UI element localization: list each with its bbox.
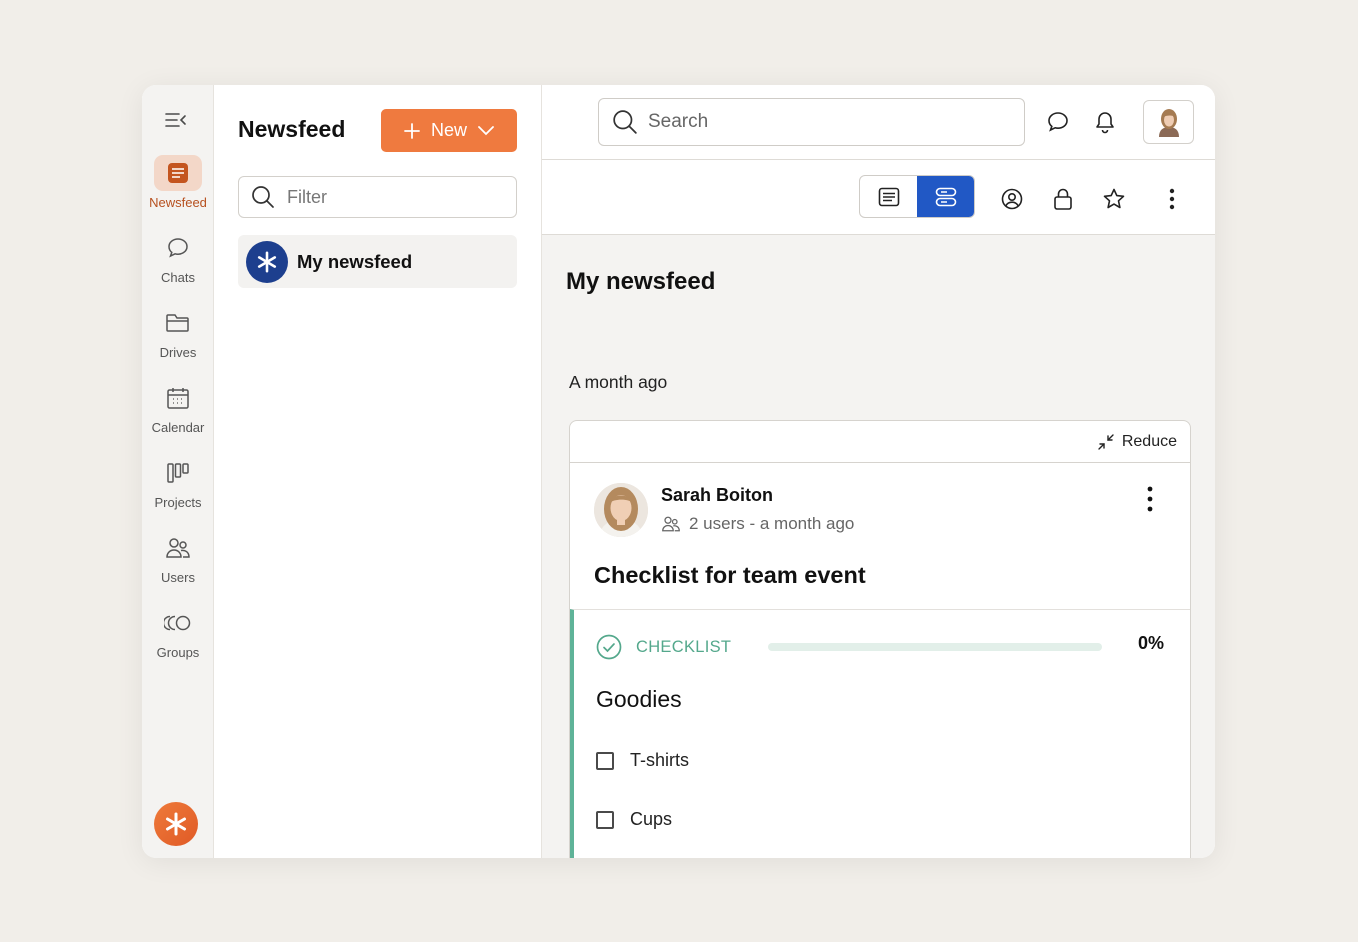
- groups-icon: [154, 605, 202, 641]
- users-icon: [154, 530, 202, 566]
- filter-input[interactable]: [287, 186, 487, 208]
- chat-bubble-icon: [154, 230, 202, 266]
- user-photo-icon: [594, 483, 648, 537]
- reduce-label: Reduce: [1121, 432, 1177, 450]
- post-meta: 2 users - a month ago: [661, 514, 854, 534]
- profile-circle-icon[interactable]: [999, 186, 1025, 212]
- rail-item-chats[interactable]: Chats: [142, 230, 214, 285]
- rail-label: Calendar: [151, 420, 205, 435]
- checklist-item-label: Cups: [630, 809, 673, 829]
- rail-label: Drives: [159, 345, 197, 360]
- brand-logo-icon[interactable]: [154, 802, 198, 846]
- checkbox[interactable]: [596, 751, 614, 770]
- star-icon[interactable]: [1101, 186, 1127, 212]
- search-field[interactable]: [598, 98, 1025, 146]
- stacked-cards-icon: [935, 187, 956, 206]
- more-vertical-icon[interactable]: [1159, 186, 1185, 212]
- nav-rail: Newsfeed Chats Drives Calendar Projects: [142, 85, 214, 858]
- checklist-block: CHECKLIST 0% Goodies T-shirts Cups: [570, 609, 1190, 858]
- rail-item-projects[interactable]: Projects: [142, 455, 214, 510]
- user-avatar[interactable]: [1143, 100, 1194, 144]
- card-header: Reduce: [570, 421, 1190, 463]
- search-icon: [252, 186, 274, 208]
- rail-item-calendar[interactable]: Calendar: [142, 380, 214, 435]
- checkbox[interactable]: [596, 810, 614, 829]
- checklist-progress-bar: [768, 643, 1102, 651]
- lock-icon[interactable]: [1050, 186, 1076, 212]
- users-icon: [662, 516, 680, 532]
- checklist-percent: 0%: [1138, 633, 1165, 653]
- feed-item-my-newsfeed[interactable]: My newsfeed: [238, 235, 517, 288]
- plus-icon: [404, 122, 420, 139]
- checklist-item-label: T-shirts: [630, 750, 690, 770]
- view-mode-toggle: [859, 175, 975, 218]
- more-vertical-icon[interactable]: [1142, 485, 1158, 513]
- collapse-arrows-icon: [1098, 433, 1114, 450]
- checklist-item[interactable]: T-shirts: [596, 750, 689, 771]
- rail-item-newsfeed[interactable]: Newsfeed: [142, 155, 214, 210]
- post-title: Checklist for team event: [594, 562, 866, 588]
- newsfeed-icon: [154, 155, 202, 191]
- feed-item-label: My newsfeed: [297, 250, 413, 272]
- search-icon: [613, 110, 637, 134]
- author-avatar[interactable]: [594, 483, 648, 537]
- asterisk-logo-icon: [246, 240, 288, 283]
- rail-label: Users: [161, 570, 195, 585]
- rail-label: Newsfeed: [149, 195, 207, 210]
- rail-item-users[interactable]: Users: [142, 530, 214, 585]
- kanban-icon: [154, 455, 202, 491]
- rail-label: Projects: [154, 495, 202, 510]
- newsfeed-icon: [878, 187, 899, 206]
- checklist-title: Goodies: [596, 686, 682, 712]
- compact-view-button[interactable]: [917, 176, 974, 217]
- user-photo-icon: [1158, 109, 1179, 137]
- checklist-label: CHECKLIST: [636, 637, 732, 656]
- search-input[interactable]: [648, 111, 988, 133]
- newsfeed-list-panel: Newsfeed New My newsfeed: [214, 85, 542, 858]
- post-meta-text: 2 users - a month ago: [689, 514, 855, 533]
- filter-field[interactable]: [238, 176, 517, 218]
- top-bar: [542, 85, 1215, 160]
- app-window: Newsfeed Chats Drives Calendar Projects: [142, 85, 1215, 858]
- calendar-icon: [154, 380, 202, 416]
- collapse-menu-icon[interactable]: [164, 109, 188, 131]
- main-content: My newsfeed A month ago Reduce Sarah Boi…: [542, 85, 1215, 858]
- panel-title: Newsfeed: [238, 116, 346, 142]
- folder-icon: [154, 305, 202, 341]
- author-name[interactable]: Sarah Boiton: [661, 485, 773, 506]
- new-button[interactable]: New: [381, 109, 517, 152]
- chat-bubble-icon[interactable]: [1045, 109, 1071, 135]
- post-card: Reduce Sarah Boiton 2 users - a month ag…: [569, 420, 1191, 858]
- rail-label: Groups: [156, 645, 200, 660]
- rail-item-groups[interactable]: Groups: [142, 605, 214, 660]
- page-title: My newsfeed: [566, 268, 716, 295]
- new-button-label: New: [430, 120, 467, 140]
- check-circle-icon: [596, 634, 622, 660]
- list-view-button[interactable]: [860, 176, 917, 217]
- rail-label: Chats: [161, 270, 195, 285]
- rail-item-drives[interactable]: Drives: [142, 305, 214, 360]
- checklist-header: CHECKLIST: [596, 634, 731, 660]
- bell-icon[interactable]: [1092, 109, 1118, 135]
- reduce-button[interactable]: Reduce: [1098, 433, 1177, 451]
- date-group-label: A month ago: [569, 372, 668, 392]
- chevron-down-icon: [478, 125, 494, 135]
- checklist-item[interactable]: Cups: [596, 809, 672, 830]
